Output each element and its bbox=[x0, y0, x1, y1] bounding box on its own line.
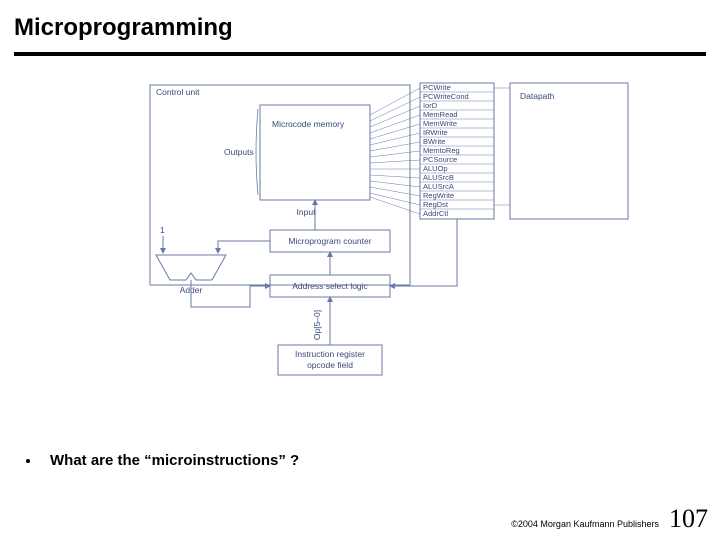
svg-text:ALUSrcA: ALUSrcA bbox=[423, 182, 454, 191]
svg-text:ALUSrcB: ALUSrcB bbox=[423, 173, 454, 182]
bullet-row: What are the “microinstructions” ? bbox=[26, 452, 299, 469]
svg-text:IorD: IorD bbox=[423, 101, 438, 110]
svg-text:PCWriteCond: PCWriteCond bbox=[423, 92, 469, 101]
copyright: ©2004 Morgan Kaufmann Publishers bbox=[511, 519, 659, 529]
bullet-text: What are the “microinstructions” ? bbox=[50, 452, 299, 469]
svg-text:RegWrite: RegWrite bbox=[423, 191, 454, 200]
label-instr-reg-2: opcode field bbox=[307, 360, 353, 370]
svg-text:AddrCtl: AddrCtl bbox=[423, 209, 448, 218]
signal-list: PCWrite PCWriteCond IorD MemRead MemWrit… bbox=[420, 83, 494, 218]
label-microcode-memory: Microcode memory bbox=[272, 119, 345, 129]
page-title: Microprogramming bbox=[0, 0, 720, 48]
svg-text:MemRead: MemRead bbox=[423, 110, 458, 119]
label-datapath: Datapath bbox=[520, 91, 555, 101]
label-outputs: Outputs bbox=[224, 147, 254, 157]
svg-text:IRWrite: IRWrite bbox=[423, 128, 448, 137]
bullet-dot-icon bbox=[26, 459, 30, 463]
microprogramming-diagram: Control unit Microcode memory Outputs In… bbox=[130, 75, 650, 415]
label-input: Input bbox=[297, 207, 317, 217]
label-address-select: Address select logic bbox=[292, 281, 368, 291]
svg-text:PCWrite: PCWrite bbox=[423, 83, 451, 92]
svg-text:BWrite: BWrite bbox=[423, 137, 445, 146]
svg-text:MemtoReg: MemtoReg bbox=[423, 146, 460, 155]
label-microprogram-counter: Microprogram counter bbox=[288, 236, 371, 246]
label-one: 1 bbox=[160, 225, 165, 235]
page-number: 107 bbox=[669, 504, 708, 534]
svg-text:PCSource: PCSource bbox=[423, 155, 457, 164]
svg-text:MemWrite: MemWrite bbox=[423, 119, 457, 128]
adder-shape bbox=[156, 255, 226, 280]
footer: ©2004 Morgan Kaufmann Publishers 107 bbox=[511, 504, 708, 534]
svg-text:RegDst: RegDst bbox=[423, 200, 449, 209]
label-op-field: Op[5–0] bbox=[312, 310, 322, 340]
svg-text:ALUOp: ALUOp bbox=[423, 164, 448, 173]
label-instr-reg-1: Instruction register bbox=[295, 349, 365, 359]
title-rule bbox=[14, 52, 706, 56]
label-control-unit: Control unit bbox=[156, 87, 200, 97]
